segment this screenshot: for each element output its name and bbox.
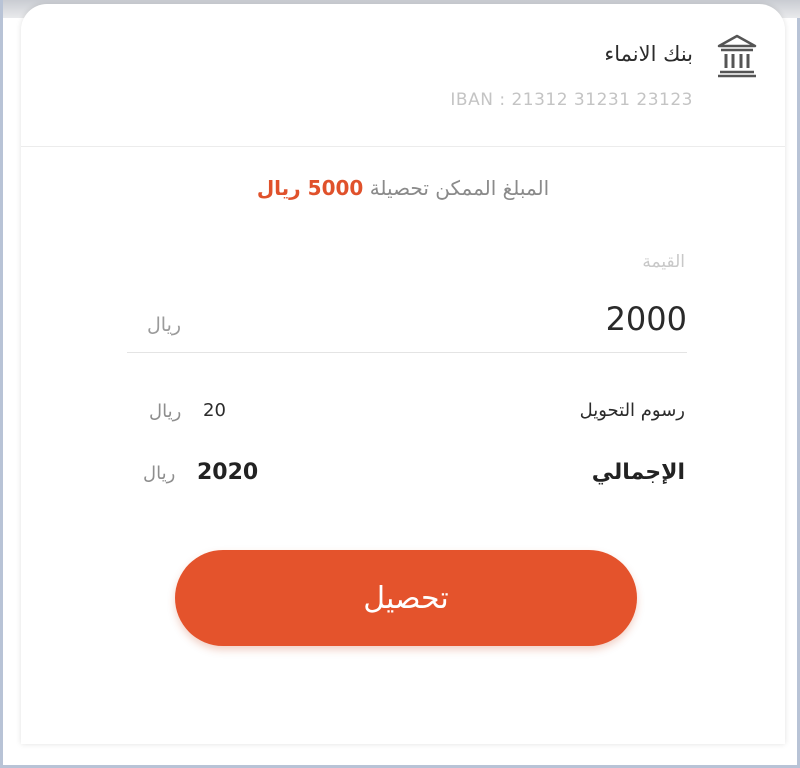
value-amount: 2000	[605, 300, 687, 338]
bank-account-header[interactable]: بنك الانماء IBAN : 21312 31231 23123	[21, 4, 785, 147]
value-currency: ريال	[147, 314, 182, 336]
total-value: 2020	[197, 460, 259, 485]
screen-frame: بنك الانماء IBAN : 21312 31231 23123 الم…	[0, 0, 800, 768]
collect-button[interactable]: تحصيل	[175, 550, 637, 646]
collect-card: بنك الانماء IBAN : 21312 31231 23123 الم…	[21, 4, 785, 744]
available-amount-text: المبلغ الممكن تحصيلة 5000 ريال	[21, 176, 785, 200]
value-input[interactable]: 2000 ريال	[127, 294, 687, 353]
total-currency: ريال	[143, 463, 176, 484]
transfer-fee-currency: ريال	[149, 401, 182, 422]
iban-number: IBAN : 21312 31231 23123	[450, 90, 693, 110]
bank-name: بنك الانماء	[604, 42, 693, 66]
available-prefix: المبلغ الممكن تحصيلة	[369, 176, 550, 200]
available-amount: 5000 ريال	[256, 176, 364, 200]
transfer-fee-value: 20	[203, 400, 226, 421]
total-label: الإجمالي	[591, 460, 685, 485]
transfer-fee-label: رسوم التحويل	[579, 400, 685, 421]
bank-icon	[717, 34, 757, 78]
value-label: القيمة	[642, 252, 685, 272]
